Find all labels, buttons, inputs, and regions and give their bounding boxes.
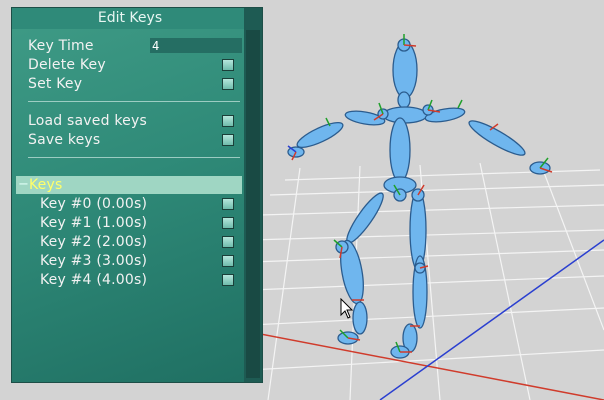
key-item[interactable]: Key #1 (1.00s) <box>12 214 244 232</box>
edit-keys-panel: Edit Keys Key Time Delete Key Set Key Lo… <box>12 8 262 382</box>
key-item-label: Key #1 (1.00s) <box>40 215 148 231</box>
panel-title: Edit Keys <box>12 8 248 29</box>
save-keys-label: Save keys <box>28 132 101 148</box>
key-item[interactable]: Key #4 (4.00s) <box>12 271 244 289</box>
key-item[interactable]: Key #3 (3.00s) <box>12 252 244 270</box>
key-item-checkbox[interactable] <box>222 255 234 267</box>
set-key-row[interactable]: Set Key <box>12 75 244 93</box>
key-item-checkbox[interactable] <box>222 274 234 286</box>
key-item-label: Key #3 (3.00s) <box>40 253 148 269</box>
key-item-label: Key #2 (2.00s) <box>40 234 148 250</box>
delete-key-row[interactable]: Delete Key <box>12 56 244 74</box>
set-key-label: Set Key <box>28 76 83 92</box>
save-keys-button[interactable] <box>222 134 234 146</box>
load-saved-keys-label: Load saved keys <box>28 113 147 129</box>
load-saved-keys-button[interactable] <box>222 115 234 127</box>
divider <box>28 157 240 158</box>
delete-key-label: Delete Key <box>28 57 106 73</box>
key-time-row: Key Time <box>12 37 244 55</box>
mouse-pointer-icon <box>340 298 354 319</box>
panel-scrollbar[interactable] <box>244 8 262 382</box>
key-time-input[interactable] <box>150 38 242 53</box>
set-key-button[interactable] <box>222 78 234 90</box>
keys-group-label: Keys <box>29 177 63 193</box>
key-item-label: Key #0 (0.00s) <box>40 196 148 212</box>
load-saved-keys-row[interactable]: Load saved keys <box>12 112 244 130</box>
delete-key-button[interactable] <box>222 59 234 71</box>
save-keys-row[interactable]: Save keys <box>12 131 244 149</box>
keys-group-header[interactable]: − Keys <box>16 176 242 194</box>
key-item[interactable]: Key #0 (0.00s) <box>12 195 244 213</box>
key-time-label: Key Time <box>28 38 94 54</box>
scrollbar-thumb[interactable] <box>246 30 260 378</box>
key-item-checkbox[interactable] <box>222 198 234 210</box>
key-item[interactable]: Key #2 (2.00s) <box>12 233 244 251</box>
collapse-toggle-icon[interactable]: − <box>18 176 29 194</box>
key-item-checkbox[interactable] <box>222 217 234 229</box>
key-item-checkbox[interactable] <box>222 236 234 248</box>
divider <box>28 101 240 102</box>
key-item-label: Key #4 (4.00s) <box>40 272 148 288</box>
